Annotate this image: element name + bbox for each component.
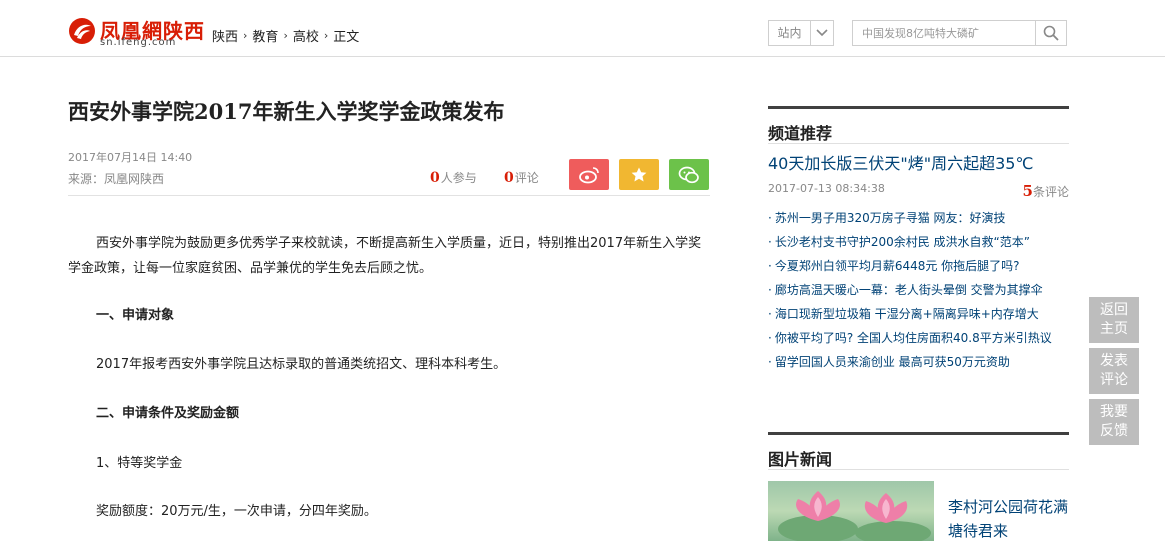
search-input[interactable] (853, 21, 1035, 45)
list-item-title: 苏州一男子用320万房子寻猫 网友：好演技 (774, 211, 1006, 225)
photo-section-bar (768, 432, 1069, 435)
article-date: 2017年07月14日 14:40 (68, 151, 193, 164)
photo-caption[interactable]: 李村河公园荷花满塘待君来 (948, 495, 1070, 541)
list-item[interactable]: · 留学回国人员来渝创业 最高可获50万元资助 (768, 350, 1069, 374)
list-item[interactable]: · 海口现新型垃圾箱 干湿分离+隔离异味+内存增大 (768, 302, 1069, 326)
featured-comments-label: 条评论 (1032, 185, 1069, 199)
article-heading-conditions: 二、申请条件及奖励金额 (96, 406, 240, 421)
bullet-dot: · (768, 283, 772, 297)
bullet-dot: · (768, 331, 772, 345)
list-item[interactable]: · 苏州一男子用320万房子寻猫 网友：好演技 (768, 206, 1069, 230)
channel-recommend-title: 频道推荐 (768, 124, 833, 143)
search-scope-select[interactable]: 站内 (768, 20, 834, 46)
article-paragraph-award-amount: 奖励额度：20万元/生，一次申请，分四年奖励。 (96, 504, 377, 519)
logo-domain: sn.ifeng.com (100, 37, 177, 48)
article-paragraph-special-award: 1、特等奖学金 (96, 456, 183, 471)
article-title: 西安外事学院2017年新生入学奖学金政策发布 (68, 99, 505, 124)
bullet-dot: · (768, 259, 772, 273)
bullet-dot: · (768, 235, 772, 249)
chevron-down-icon[interactable] (811, 21, 833, 45)
favorite-button[interactable] (619, 159, 659, 190)
search-box (852, 20, 1067, 46)
breadcrumb: 陕西 › 教育 › 高校 › 正文 (212, 26, 359, 45)
featured-headline[interactable]: 40天加长版三伏天"烤"周六起超35℃ (768, 150, 1033, 174)
article-heading-applicants: 一、申请对象 (96, 308, 175, 323)
list-item[interactable]: · 你被平均了吗? 全国人均住房面积40.8平方米引热议 (768, 326, 1069, 350)
search-button[interactable] (1035, 21, 1066, 45)
breadcrumb-current: 正文 (333, 30, 360, 45)
list-item-title: 留学回国人员来渝创业 最高可获50万元资助 (774, 355, 1010, 369)
comments-count[interactable]: 0评论 (504, 169, 539, 186)
chevron-right-icon: › (323, 29, 329, 42)
bullet-dot: · (768, 355, 772, 369)
comments-number: 0 (504, 170, 514, 186)
share-weibo-button[interactable] (569, 159, 609, 190)
breadcrumb-education[interactable]: 教育 (252, 26, 278, 45)
list-item[interactable]: · 今夏郑州白领平均月薪6448元 你拖后腿了吗? (768, 254, 1069, 278)
feedback-button[interactable]: 我要 反馈 (1089, 399, 1139, 445)
search-icon (1043, 25, 1059, 41)
breadcrumb-shaanxi[interactable]: 陕西 (212, 26, 238, 45)
ifeng-shaanxi-logo[interactable]: 凤凰網陕西 sn.ifeng.com (68, 15, 204, 49)
wechat-icon (678, 166, 699, 183)
featured-timestamp: 2017-07-13 08:34:38 (768, 182, 885, 195)
bullet-dot: · (768, 211, 772, 225)
chevron-right-icon: › (283, 29, 288, 42)
search-scope-value: 站内 (769, 21, 811, 45)
weibo-icon (579, 166, 599, 183)
participants-count[interactable]: 0人参与 (430, 169, 477, 186)
post-comment-button[interactable]: 发表 评论 (1089, 348, 1139, 394)
article-paragraph-applicants: 2017年报考西安外事学院且达标录取的普通类统招文、理科本科考生。 (96, 357, 507, 372)
lotus-photo[interactable] (768, 481, 934, 541)
ifeng-logo-icon (69, 18, 95, 44)
channel-news-list: · 苏州一男子用320万房子寻猫 网友：好演技 · 长沙老村支书守护200余村民 成… (768, 206, 1069, 374)
top-navigation-bar: 凤凰網陕西 sn.ifeng.com 陕西 › 教育 › 高校 › 正文 站内 (0, 0, 1165, 57)
back-to-home-button[interactable]: 返回 主页 (1089, 297, 1139, 343)
list-item[interactable]: · 廊坊高温天暖心一幕：老人街头晕倒 交警为其撑伞 (768, 278, 1069, 302)
list-item[interactable]: · 长沙老村支书守护200余村民 成洪水自救“范本” (768, 230, 1069, 254)
featured-comments-number: 5 (1022, 182, 1033, 200)
list-item-title: 你被平均了吗? 全国人均住房面积40.8平方米引热议 (774, 331, 1052, 345)
bullet-dot: · (768, 307, 772, 321)
breadcrumb-university[interactable]: 高校 (293, 26, 319, 45)
star-icon (631, 167, 647, 181)
article-source: 来源：凤凰网陕西 (68, 172, 165, 186)
list-item-title: 廊坊高温天暖心一幕：老人街头晕倒 交警为其撑伞 (774, 283, 1043, 297)
list-item-title: 今夏郑州白领平均月薪6448元 你拖后腿了吗? (774, 259, 1020, 273)
channel-section-divider (768, 143, 1069, 144)
list-item-title: 长沙老村支书守护200余村民 成洪水自救“范本” (774, 235, 1030, 249)
photo-news-title: 图片新闻 (768, 450, 833, 469)
share-wechat-button[interactable] (669, 159, 709, 190)
featured-comments[interactable]: 5条评论 (1023, 182, 1069, 200)
participants-label: 人参与 (440, 171, 477, 185)
channel-section-bar (768, 106, 1069, 109)
comments-label: 评论 (514, 171, 539, 185)
photo-section-divider (768, 469, 1069, 470)
article-meta-divider (68, 195, 710, 196)
list-item-title: 海口现新型垃圾箱 干湿分离+隔离异味+内存增大 (774, 307, 1039, 321)
article-paragraph-intro: 西安外事学院为鼓励更多优秀学子来校就读，不断提高新生入学质量，近日，特别推出20… (68, 236, 702, 276)
participants-number: 0 (430, 170, 440, 186)
chevron-right-icon: › (243, 29, 248, 42)
